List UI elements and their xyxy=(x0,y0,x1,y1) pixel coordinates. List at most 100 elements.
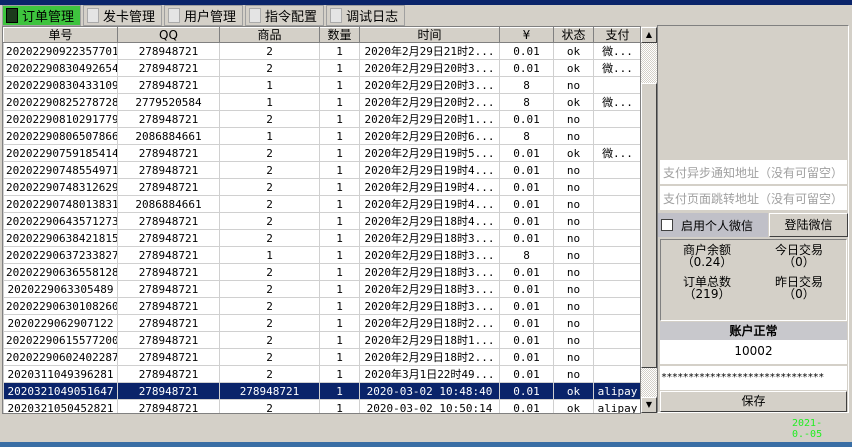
table-cell: ok xyxy=(553,93,594,111)
table-cell: 20202290630108260 xyxy=(3,297,118,315)
table-row[interactable]: 2020229062907122 278948721 2 1 2020年2月29日18时… xyxy=(3,314,640,332)
table-cell: 2020年2月29日18时2... xyxy=(359,348,500,366)
column-header[interactable]: 单号 xyxy=(3,27,118,43)
table-cell: 2020229063305489 xyxy=(3,280,118,298)
table-row[interactable]: 20202290825278728 2779520584 1 1 2020年2月29日2… xyxy=(3,93,640,111)
column-header[interactable]: QQ xyxy=(117,27,220,43)
table-cell: 0.01 xyxy=(499,297,554,315)
table-cell: 20202290825278728 xyxy=(3,93,118,111)
table-row[interactable]: 20202290630108260 278948721 2 1 2020年2月29日18… xyxy=(3,297,640,315)
table-cell: 20202290922357701 xyxy=(3,42,118,60)
return-url-input[interactable]: 支付页面跳转地址（没有可留空） xyxy=(660,186,847,210)
table-cell: 2020年2月29日18时3... xyxy=(359,229,500,247)
wechat-checkbox[interactable] xyxy=(661,219,673,231)
table-cell: 1 xyxy=(319,399,360,413)
table-row[interactable]: 20202290748013831 2086884661 2 1 2020年2月29日1… xyxy=(3,195,640,213)
column-header[interactable]: ¥ xyxy=(499,27,554,43)
table-cell: 278948721 xyxy=(117,331,220,349)
table-cell: 0.01 xyxy=(499,110,554,128)
table-cell: 8 xyxy=(499,127,554,145)
table-row[interactable]: 20202290830433109 278948721 1 1 2020年2月29日20… xyxy=(3,76,640,94)
table-cell: 1 xyxy=(319,246,360,264)
column-header[interactable]: 状态 xyxy=(553,27,594,43)
table-cell: 2020229062907122 xyxy=(3,314,118,332)
table-cell: 2779520584 xyxy=(117,93,220,111)
table-row[interactable]: 20202290810291779 278948721 2 1 2020年2月29日20… xyxy=(3,110,640,128)
table-cell: 278948721 xyxy=(117,314,220,332)
account-status: 账户正常 xyxy=(660,322,847,340)
table-cell: 2020年2月29日18时3... xyxy=(359,263,500,281)
table-row[interactable]: 20202290748312629 278948721 2 1 2020年2月29日19… xyxy=(3,178,640,196)
login-wechat-button[interactable]: 登陆微信 xyxy=(769,213,848,237)
table-cell: 2020年2月29日19时4... xyxy=(359,195,500,213)
column-header[interactable]: 支付 xyxy=(593,27,640,43)
table-cell: 20202290748013831 xyxy=(3,195,118,213)
scroll-thumb[interactable] xyxy=(641,83,657,368)
table-row[interactable]: 20202290637233827 278948721 1 1 2020年2月29日18… xyxy=(3,246,640,264)
notebook-icon xyxy=(6,8,18,23)
table-row[interactable]: 2020229063305489 278948721 2 1 2020年2月29日18时… xyxy=(3,280,640,298)
table-cell xyxy=(593,263,640,281)
table-row[interactable]: 20202290759185414 278948721 2 1 2020年2月29日19… xyxy=(3,144,640,162)
table-row[interactable]: 20202290806507866 2086884661 1 1 2020年2月29日2… xyxy=(3,127,640,145)
column-header[interactable]: 数量 xyxy=(319,27,360,43)
tab-2[interactable]: 用户管理 xyxy=(164,5,244,26)
table-cell: 1 xyxy=(319,348,360,366)
table-row[interactable]: 20202290830492654 278948721 2 1 2020年2月29日20… xyxy=(3,59,640,77)
table-row[interactable]: 20202290922357701 278948721 2 1 2020年2月29日21… xyxy=(3,42,640,60)
wechat-checkbox-row[interactable]: 启用个人微信 xyxy=(658,213,768,237)
table-cell: 8 xyxy=(499,93,554,111)
table-cell: 1 xyxy=(319,76,360,94)
table-row[interactable]: 20202290643571273 278948721 2 1 2020年2月29日18… xyxy=(3,212,640,230)
column-header[interactable]: 时间 xyxy=(359,27,500,43)
table-row[interactable]: 20202290615577200 278948721 2 1 2020年2月29日18… xyxy=(3,331,640,349)
save-button[interactable]: 保存 xyxy=(660,391,847,412)
table-scrollbar[interactable]: ▲ ▼ xyxy=(641,27,657,413)
table-cell: no xyxy=(553,161,594,179)
password-input[interactable]: ****************************** xyxy=(660,366,847,390)
table-cell: 0.01 xyxy=(499,42,554,60)
table-cell xyxy=(593,365,640,383)
table-cell: no xyxy=(553,127,594,145)
table-row[interactable]: 2020311049396281 278948721 2 1 2020年3月1日22时4… xyxy=(3,365,640,383)
table-cell: 20202290638421815 xyxy=(3,229,118,247)
table-cell: ok xyxy=(553,144,594,162)
table-row[interactable]: 20202290748554971 278948721 2 1 2020年2月29日19… xyxy=(3,161,640,179)
table-row[interactable]: 2020321050452821 278948721 2 1 2020-03-02 10… xyxy=(3,399,640,413)
table-cell: 2020年2月29日18时4... xyxy=(359,212,500,230)
table-cell xyxy=(593,246,640,264)
table-cell: 278948721 xyxy=(117,161,220,179)
notify-url-input[interactable]: 支付异步通知地址（没有可留空） xyxy=(660,160,847,184)
balance-value: （0.24） xyxy=(681,255,733,269)
tab-bar: 订单管理 发卡管理 用户管理 指令配置 调试日志 xyxy=(2,5,406,26)
table-cell xyxy=(593,314,640,332)
table-cell: no xyxy=(553,365,594,383)
table-cell: 2 xyxy=(219,297,320,315)
table-cell: 2020年3月1日22时49... xyxy=(359,365,500,383)
table-cell: 1 xyxy=(319,365,360,383)
table-cell: 2020年2月29日21时2... xyxy=(359,42,500,60)
table-row[interactable]: 20202290636558128 278948721 2 1 2020年2月29日18… xyxy=(3,263,640,281)
account-id-input[interactable]: 10002 xyxy=(660,340,847,364)
table-cell: 2020-03-02 10:48:40 xyxy=(359,382,500,400)
table-cell: 0.01 xyxy=(499,178,554,196)
table-row[interactable]: 20202290638421815 278948721 2 1 2020年2月29日18… xyxy=(3,229,640,247)
table-cell xyxy=(593,178,640,196)
table-cell: 微... xyxy=(593,59,640,77)
tab-4[interactable]: 调试日志 xyxy=(326,5,406,26)
table-cell: ok xyxy=(553,59,594,77)
table-cell: 20202290643571273 xyxy=(3,212,118,230)
column-header[interactable]: 商品 xyxy=(219,27,320,43)
table-row[interactable]: 20202290602402287 278948721 2 1 2020年2月29日18… xyxy=(3,348,640,366)
scroll-up-arrow-icon[interactable]: ▲ xyxy=(641,27,657,43)
table-cell: alipay xyxy=(593,382,640,400)
table-row[interactable]: 2020321049051647 278948721 278948721 1 2020-… xyxy=(3,382,640,400)
tab-1[interactable]: 发卡管理 xyxy=(83,5,163,26)
table-cell: 278948721 xyxy=(219,382,320,400)
table-cell: 1 xyxy=(219,127,320,145)
tab-3[interactable]: 指令配置 xyxy=(245,5,325,26)
scroll-down-arrow-icon[interactable]: ▼ xyxy=(641,397,657,413)
tab-label: 发卡管理 xyxy=(103,10,156,25)
tab-0[interactable]: 订单管理 xyxy=(2,5,82,26)
table-cell: 微... xyxy=(593,144,640,162)
